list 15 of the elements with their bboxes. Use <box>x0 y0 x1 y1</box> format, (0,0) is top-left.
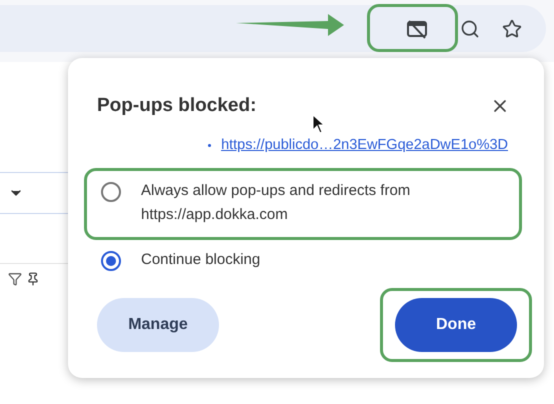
star-icon[interactable] <box>502 18 522 38</box>
dialog-title: Pop-ups blocked: <box>97 94 256 118</box>
done-button[interactable]: Done <box>395 298 517 352</box>
option-label: Always allow pop-ups and redirects from https://app.dokka.com <box>141 181 412 226</box>
popup-blocked-icon[interactable] <box>406 18 428 38</box>
radio-button[interactable] <box>101 251 121 272</box>
radio-button[interactable] <box>101 182 121 202</box>
bullet-icon <box>208 144 212 147</box>
filter-icon[interactable] <box>8 272 22 286</box>
mouse-cursor-icon <box>312 114 326 134</box>
blocked-link[interactable]: https://publicdo…2n3EwFGqe2aDwE1o%3D <box>221 134 508 156</box>
search-icon[interactable] <box>460 18 480 38</box>
manage-button[interactable]: Manage <box>97 298 219 352</box>
pin-icon[interactable] <box>26 272 40 286</box>
option-label: Continue blocking <box>141 250 260 270</box>
